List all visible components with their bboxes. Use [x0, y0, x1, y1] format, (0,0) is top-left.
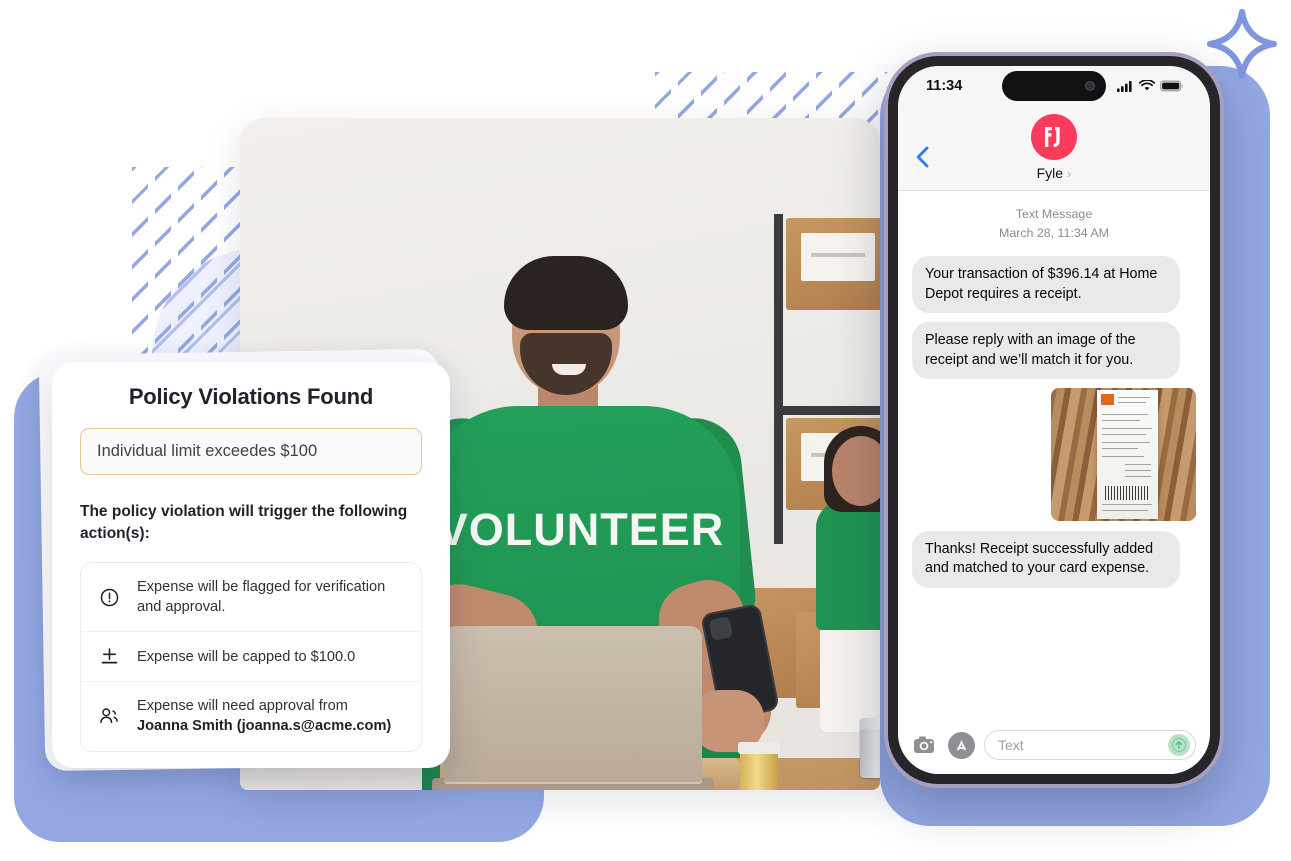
- status-bar-icons: [1117, 80, 1184, 92]
- action-row: Expense will be capped to $100.0: [81, 632, 421, 683]
- triggered-actions-list: Expense will be flagged for verification…: [80, 562, 422, 752]
- photo-laptop-screen: [444, 626, 702, 784]
- status-bar: 11:34: [898, 66, 1210, 106]
- violation-message: Individual limit exceedes $100: [80, 428, 422, 475]
- trigger-heading: The policy violation will trigger the fo…: [80, 503, 408, 542]
- cellular-signal-icon: [1117, 81, 1132, 92]
- four-point-star-icon: [1207, 9, 1277, 79]
- photo-jar: [740, 750, 778, 790]
- photo-second-volunteer-pants: [820, 626, 880, 732]
- send-arrow-up-icon[interactable]: [1168, 734, 1190, 756]
- message-bubble: Your transaction of $396.14 at Home Depo…: [912, 256, 1180, 314]
- back-chevron-icon[interactable]: [916, 146, 929, 173]
- photo-shelf-post: [774, 214, 783, 544]
- status-bar-clock: 11:34: [926, 78, 963, 94]
- approver-person-icon: [97, 705, 121, 727]
- exclamation-circle-icon: [97, 587, 121, 608]
- front-camera-icon: [1085, 81, 1095, 91]
- action-row: Expense will need approval from Joanna S…: [81, 682, 421, 750]
- wifi-icon: [1139, 80, 1155, 91]
- action-text: Expense will be flagged for verification…: [137, 579, 386, 616]
- iphone-device: 11:34 Fyle › Text Message March 28, 11:3…: [884, 52, 1224, 788]
- photo-second-volunteer-shirt: [816, 500, 880, 630]
- hero-composition: VOLUNTEER Policy Violations Found Indivi…: [0, 0, 1291, 861]
- message-datetime: March 28, 11:34 AM: [999, 225, 1109, 240]
- conversation-header: Fyle ›: [898, 106, 1210, 191]
- message-input-placeholder: Text: [998, 737, 1024, 753]
- phone-bezel: 11:34 Fyle › Text Message March 28, 11:3…: [888, 56, 1220, 784]
- dynamic-island: [1002, 71, 1106, 101]
- photo-hair: [504, 256, 628, 330]
- receipt-photo: [1051, 387, 1196, 521]
- message-composer: Text: [898, 720, 1210, 774]
- action-text-lead: Expense will need approval from: [137, 698, 348, 715]
- photo-jar-lid: [738, 742, 780, 754]
- receipt-attachment[interactable]: [912, 387, 1196, 521]
- phone-screen: 11:34 Fyle › Text Message March 28, 11:3…: [898, 66, 1210, 774]
- photo-can: [860, 730, 880, 778]
- avatar[interactable]: [1031, 114, 1077, 160]
- approver-name-email: Joanna Smith (joanna.s@acme.com): [137, 718, 392, 735]
- message-bubble: Thanks! Receipt successfully added and m…: [912, 530, 1180, 588]
- message-type-label: Text Message: [1015, 207, 1093, 221]
- action-text: Expense will be capped to $100.0: [137, 648, 356, 665]
- fyle-logo-icon: [1045, 127, 1060, 147]
- policy-card-title: Policy Violations Found: [128, 384, 374, 409]
- contact-name: Fyle: [1036, 165, 1064, 181]
- battery-icon: [1160, 80, 1183, 92]
- contact-line[interactable]: Fyle ›: [1037, 165, 1072, 181]
- home-depot-logo-icon: [1101, 393, 1115, 405]
- app-store-icon[interactable]: [948, 731, 975, 759]
- camera-icon[interactable]: [912, 732, 939, 759]
- contact-detail-chevron-icon: ›: [1067, 165, 1072, 181]
- message-input[interactable]: Text: [984, 730, 1196, 760]
- photo-shirt-text: VOLUNTEER: [437, 504, 725, 555]
- photo-shelf-rail: [780, 406, 880, 415]
- cap-limit-icon: [97, 646, 121, 667]
- action-text: Expense will need approval from Joanna S…: [137, 696, 391, 736]
- photo-box: [786, 218, 880, 310]
- message-thread[interactable]: Text Message March 28, 11:34 AM Your tra…: [898, 191, 1210, 720]
- policy-violations-card: Policy Violations Found Individual limit…: [52, 362, 450, 768]
- action-row: Expense will be flagged for verification…: [81, 563, 421, 633]
- thread-meta: Text Message March 28, 11:34 AM: [912, 205, 1196, 242]
- message-bubble: Please reply with an image of the receip…: [912, 322, 1180, 379]
- receipt-paper: [1097, 389, 1159, 519]
